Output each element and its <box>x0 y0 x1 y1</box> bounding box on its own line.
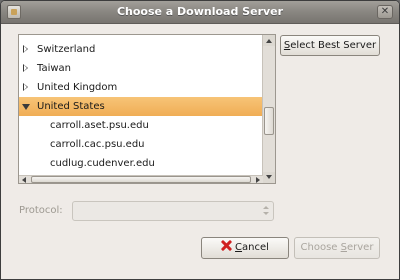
right-arrow-icon <box>256 177 260 183</box>
mnemonic-letter: C <box>235 242 243 253</box>
scroll-down-button[interactable] <box>263 172 275 183</box>
select-best-server-button[interactable]: Select Best Server <box>280 35 380 56</box>
button-label: Choose <box>300 242 341 253</box>
cancel-x-icon <box>221 240 232 251</box>
combo-arrows-icon <box>259 202 273 220</box>
tree-row-united-states[interactable]: United States <box>19 97 263 116</box>
server-label: carroll.cac.psu.edu <box>50 139 145 150</box>
server-tree: Switzerland Taiwan United Kingdom United… <box>19 35 263 177</box>
expand-arrow-icon[interactable] <box>23 45 28 53</box>
tree-row-taiwan[interactable]: Taiwan <box>19 59 263 78</box>
tree-row-server[interactable]: cudlug.cudenver.edu <box>19 154 263 173</box>
choose-server-button[interactable]: Choose Server <box>294 237 380 259</box>
country-label: Switzerland <box>37 44 96 55</box>
scroll-right-button[interactable] <box>253 176 263 183</box>
left-arrow-icon <box>22 177 26 183</box>
button-label: ancel <box>242 242 269 253</box>
server-label: carroll.aset.psu.edu <box>50 120 149 131</box>
server-label: cudlug.cudenver.edu <box>50 158 155 169</box>
vertical-scrollbar[interactable] <box>262 35 275 183</box>
country-label: Taiwan <box>37 63 72 74</box>
tree-row-server[interactable]: carroll.aset.psu.edu <box>19 116 263 135</box>
expand-arrow-icon[interactable] <box>23 64 28 72</box>
protocol-select[interactable] <box>72 201 274 221</box>
server-list: Switzerland Taiwan United Kingdom United… <box>18 34 276 184</box>
tree-row-united-kingdom[interactable]: United Kingdom <box>19 78 263 97</box>
scroll-left-button[interactable] <box>19 176 29 183</box>
horizontal-scroll-thumb[interactable] <box>31 176 251 183</box>
country-label: United Kingdom <box>37 82 118 93</box>
country-label: United States <box>37 101 105 112</box>
collapse-arrow-icon[interactable] <box>22 104 30 110</box>
protocol-label: Protocol: <box>19 205 63 216</box>
tree-row-switzerland[interactable]: Switzerland <box>19 40 263 59</box>
horizontal-scrollbar[interactable] <box>19 175 263 183</box>
button-label: erver <box>347 242 374 253</box>
up-arrow-icon <box>266 39 272 43</box>
close-icon: ✕ <box>380 6 390 17</box>
close-button[interactable]: ✕ <box>377 5 393 19</box>
scroll-up-button[interactable] <box>263 35 275 46</box>
tree-row-server[interactable]: carroll.cac.psu.edu <box>19 135 263 154</box>
button-label: elect Best Server <box>290 40 377 51</box>
window-title: Choose a Download Server <box>116 5 284 18</box>
down-arrow-icon <box>266 175 272 179</box>
title-bar[interactable]: Choose a Download Server ✕ <box>1 1 399 24</box>
download-server-dialog: Choose a Download Server ✕ Switzerland T… <box>0 0 400 280</box>
vertical-scroll-thumb[interactable] <box>264 107 274 135</box>
cancel-button[interactable]: Cancel <box>201 237 289 259</box>
expand-arrow-icon[interactable] <box>23 83 28 91</box>
